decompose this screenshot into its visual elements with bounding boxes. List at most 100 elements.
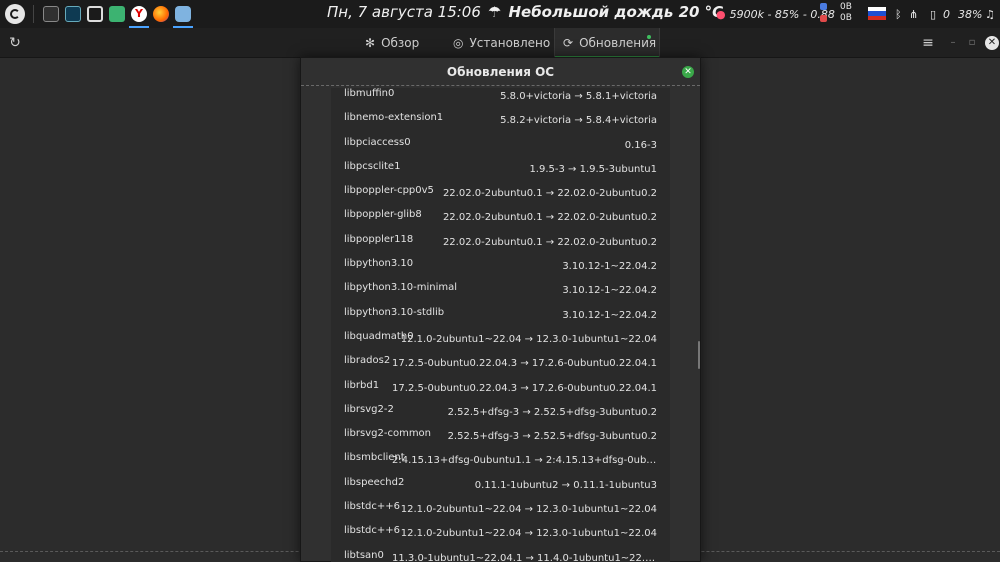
- package-version: 0.16-3: [624, 139, 657, 151]
- list-item[interactable]: libpython3.10-minimal 3.10.12-1~22.04.2: [331, 282, 670, 306]
- main-menu-button[interactable]: [5, 4, 25, 24]
- music-note-icon[interactable]: ♫: [985, 0, 995, 28]
- package-name: libpciaccess0: [344, 136, 411, 148]
- list-item[interactable]: libpoppler-cpp0v5 22.02.0-2ubuntu0.1 → 22…: [331, 185, 670, 209]
- list-item[interactable]: libquadmath0 12.1.0-2ubuntu1~22.04 → 12.3…: [331, 331, 670, 355]
- package-version: 0.11.1-1ubuntu2 → 0.11.1-1ubuntu3: [474, 479, 657, 491]
- dialog-titlebar: Обновления ОС ✕: [301, 58, 700, 86]
- package-version: 2.52.5+dfsg-3 → 2.52.5+dfsg-3ubuntu0.2: [447, 431, 657, 443]
- package-name: libstdc++6: [344, 525, 401, 537]
- bluetooth-icon[interactable]: ᛒ: [895, 0, 902, 28]
- weather-text: Небольшой дождь 20 °C: [508, 3, 724, 21]
- package-name: libpoppler-cpp0v5: [344, 185, 434, 197]
- list-item[interactable]: libmuffin0 5.8.0+victoria → 5.8.1+victori…: [331, 88, 670, 112]
- list-item[interactable]: libstdc++6 12.1.0-2ubuntu1~22.04 → 12.3.0…: [331, 501, 670, 525]
- package-version: 1.9.5-3 → 1.9.5-3ubuntu1: [529, 163, 657, 175]
- package-version: 12.1.0-2ubuntu1~22.04 → 12.3.0-1ubuntu1~…: [400, 528, 657, 540]
- package-name: libtsan0: [344, 549, 384, 561]
- update-manager-icon[interactable]: [173, 6, 193, 28]
- indicator-count: 0: [943, 7, 950, 21]
- package-version: 5.8.0+victoria → 5.8.1+victoria: [500, 91, 657, 102]
- list-item[interactable]: librsvg2-common 2.52.5+dfsg-3 → 2.52.5+df…: [331, 428, 670, 452]
- package-name: libpoppler-glib8: [344, 209, 422, 221]
- package-name: librsvg2-2: [344, 403, 394, 415]
- refresh-icon[interactable]: ↻: [7, 35, 23, 51]
- drive-icon[interactable]: ▯: [930, 0, 936, 28]
- package-name: libstdc++6: [344, 501, 401, 513]
- package-name: libpcsclite1: [344, 160, 401, 172]
- firefox-icon[interactable]: [153, 6, 169, 22]
- package-version: 22.02.0-2ubuntu0.1 → 22.02.0-2ubuntu0.2: [442, 188, 657, 200]
- tab-label: Обновления: [579, 36, 657, 50]
- cpu-monitor[interactable]: ● 5900k - 85% - 0.88: [716, 0, 835, 28]
- package-version: 22.02.0-2ubuntu0.1 → 22.02.0-2ubuntu0.2: [442, 212, 657, 224]
- list-item[interactable]: libpcsclite1 1.9.5-3 → 1.9.5-3ubuntu1: [331, 161, 670, 185]
- tab-installed[interactable]: ◎ Установлено: [445, 28, 558, 58]
- net-speed-icon: [820, 3, 828, 25]
- package-name: libmuffin0: [344, 88, 395, 99]
- tab-label: Обзор: [381, 36, 420, 50]
- list-item[interactable]: libpciaccess0 0.16-3: [331, 137, 670, 161]
- menu-icon: [10, 9, 20, 19]
- list-item[interactable]: libpoppler118 22.02.0-2ubuntu0.1 → 22.02.…: [331, 234, 670, 258]
- package-version: 12.1.0-2ubuntu1~22.04 → 12.3.0-1ubuntu1~…: [400, 333, 657, 345]
- tab-label: Установлено: [469, 36, 551, 50]
- tab-overview[interactable]: ✻ Обзор: [357, 28, 427, 58]
- package-version: 17.2.5-0ubuntu0.22.04.3 → 17.2.6-0ubuntu…: [392, 382, 657, 394]
- net-up: 0B: [840, 2, 852, 12]
- package-name: librsvg2-common: [344, 428, 432, 440]
- maximize-icon[interactable]: ▫: [964, 35, 980, 51]
- package-version: 22.02.0-2ubuntu0.1 → 22.02.0-2ubuntu0.2: [442, 236, 657, 248]
- top-panel: Y Пн, 7 августа 15:06 ☂ Небольшой дождь …: [0, 0, 1000, 28]
- minimize-icon[interactable]: –: [945, 35, 961, 51]
- updates-icon: ⟳: [563, 36, 574, 50]
- installed-icon: ◎: [453, 36, 464, 50]
- list-item[interactable]: libtsan0 11.3.0-1ubuntu1~22.04.1 → 11.4.0…: [331, 550, 670, 562]
- terminal2-icon[interactable]: [65, 6, 81, 22]
- package-name: libpython3.10-minimal: [344, 282, 458, 294]
- rain-cloud-icon: ☂: [487, 3, 502, 21]
- clock-weather[interactable]: Пн, 7 августа 15:06 ☂ Небольшой дождь 20…: [327, 3, 723, 21]
- list-item[interactable]: librsvg2-2 2.52.5+dfsg-3 → 2.52.5+dfsg-3u…: [331, 404, 670, 428]
- network-icon[interactable]: ⋔: [909, 0, 918, 28]
- package-version: 3.10.12-1~22.04.2: [562, 261, 657, 273]
- frame-icon[interactable]: [87, 6, 103, 22]
- package-version: 3.10.12-1~22.04.2: [562, 309, 657, 321]
- files-icon[interactable]: [109, 6, 125, 22]
- scrollbar-thumb[interactable]: [698, 341, 700, 369]
- close-icon: ✕: [684, 67, 692, 77]
- package-version: 11.3.0-1ubuntu1~22.04.1 → 11.4.0-1ubuntu…: [392, 552, 657, 562]
- list-item[interactable]: libpoppler-glib8 22.02.0-2ubuntu0.1 → 22.…: [331, 209, 670, 233]
- package-name: libspeechd2: [344, 476, 405, 488]
- list-item[interactable]: librbd1 17.2.5-0ubuntu0.22.04.3 → 17.2.6-…: [331, 380, 670, 404]
- list-item[interactable]: libspeechd2 0.11.1-1ubuntu2 → 0.11.1-1ubu…: [331, 477, 670, 501]
- package-version: 5.8.2+victoria → 5.8.4+victoria: [500, 115, 657, 127]
- package-name: libpython3.10: [344, 258, 414, 270]
- tab-updates[interactable]: ⟳ Обновления: [554, 28, 660, 58]
- package-name: libpoppler118: [344, 233, 414, 245]
- datetime: Пн, 7 августа 15:06: [327, 3, 481, 21]
- close-dialog-button[interactable]: ✕: [682, 66, 694, 78]
- yandex-browser-icon[interactable]: Y: [129, 6, 149, 28]
- launcher: Y: [0, 0, 194, 28]
- package-version: 2.52.5+dfsg-3 → 2.52.5+dfsg-3ubuntu0.2: [447, 406, 657, 418]
- list-item[interactable]: libpython3.10-stdlib 3.10.12-1~22.04.2: [331, 307, 670, 331]
- list-item[interactable]: libstdc++6 12.1.0-2ubuntu1~22.04 → 12.3.0…: [331, 525, 670, 549]
- terminal-icon[interactable]: [43, 6, 59, 22]
- close-window-icon[interactable]: ✕: [985, 36, 999, 50]
- keyboard-layout-flag-icon[interactable]: [868, 7, 886, 20]
- package-version: 3.10.12-1~22.04.2: [562, 285, 657, 297]
- list-item[interactable]: libpython3.10 3.10.12-1~22.04.2: [331, 258, 670, 282]
- list-item[interactable]: libsmbclient 2:4.15.13+dfsg-0ubuntu1.1 → …: [331, 452, 670, 476]
- net-speed[interactable]: 0B 0B: [840, 2, 852, 24]
- battery[interactable]: 38%: [958, 0, 982, 28]
- list-item[interactable]: libnemo-extension1 5.8.2+victoria → 5.8.4…: [331, 112, 670, 136]
- overview-icon: ✻: [365, 36, 376, 50]
- package-name: libnemo-extension1: [344, 112, 444, 124]
- net-down: 0B: [840, 13, 852, 23]
- package-version: 17.2.5-0ubuntu0.22.04.3 → 17.2.6-0ubuntu…: [392, 358, 657, 370]
- list-item[interactable]: librados2 17.2.5-0ubuntu0.22.04.3 → 17.2.…: [331, 355, 670, 379]
- hamburger-menu-icon[interactable]: ≡: [920, 35, 936, 51]
- updates-badge: [647, 35, 651, 39]
- package-list[interactable]: libmuffin0 5.8.0+victoria → 5.8.1+victori…: [331, 88, 670, 562]
